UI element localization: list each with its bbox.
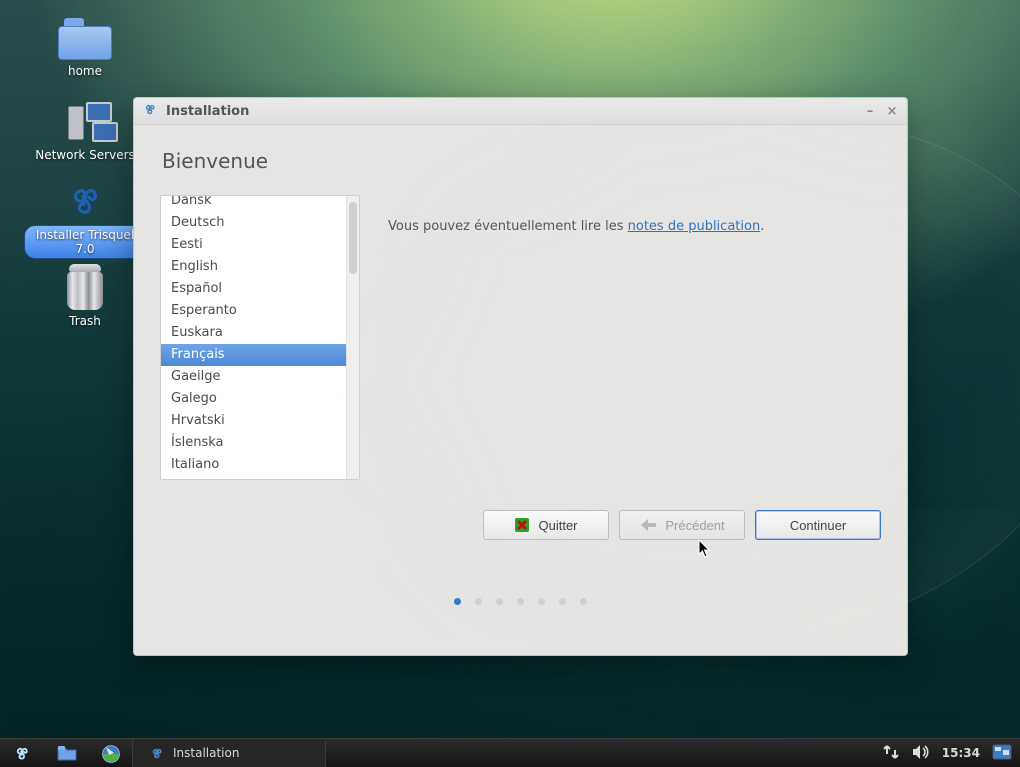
info-prefix: Vous pouvez éventuellement lire les xyxy=(388,219,628,234)
language-option[interactable]: Français xyxy=(161,344,347,366)
language-option[interactable]: Hrvatski xyxy=(161,410,347,432)
language-option[interactable]: Kurdî xyxy=(161,476,347,479)
file-manager-launcher[interactable] xyxy=(44,739,88,767)
continue-button[interactable]: Continuer xyxy=(755,510,881,540)
info-text: Vous pouvez éventuellement lire les note… xyxy=(388,195,881,234)
folder-icon xyxy=(57,744,75,762)
trisquel-logo-icon xyxy=(63,178,107,222)
release-notes-link[interactable]: notes de publication xyxy=(628,219,761,234)
folder-icon xyxy=(58,18,112,60)
back-button: Précédent xyxy=(619,510,745,540)
web-browser-launcher[interactable] xyxy=(88,739,132,767)
start-menu-button[interactable] xyxy=(0,739,44,767)
progress-dot xyxy=(496,598,503,605)
desktop-icon-label: Network Servers xyxy=(25,148,145,162)
show-desktop-button[interactable] xyxy=(992,744,1012,763)
desktop-icon-trash[interactable]: Trash xyxy=(25,264,145,328)
continue-label: Continuer xyxy=(790,518,846,533)
titlebar[interactable]: Installation – × xyxy=(134,98,907,125)
language-option[interactable]: Íslenska xyxy=(161,432,347,454)
desktop-icon-label: home xyxy=(25,64,145,78)
scrollbar[interactable] xyxy=(346,196,359,479)
trisquel-logo-icon xyxy=(149,745,165,761)
installer-window: Installation – × Bienvenue DanskDeutschE… xyxy=(133,97,908,656)
trisquel-logo-icon xyxy=(142,101,158,121)
quit-icon xyxy=(514,517,530,533)
info-suffix: . xyxy=(760,219,764,234)
globe-icon xyxy=(101,744,119,762)
volume-tray-icon[interactable] xyxy=(912,744,930,763)
taskbar-task-installation[interactable]: Installation xyxy=(132,739,326,767)
language-option[interactable]: Dansk xyxy=(161,196,347,212)
quit-button[interactable]: Quitter xyxy=(483,510,609,540)
language-option[interactable]: Italiano xyxy=(161,454,347,476)
progress-dot xyxy=(559,598,566,605)
progress-dot xyxy=(517,598,524,605)
taskbar: Installation 15:34 xyxy=(0,738,1020,767)
minimize-button[interactable]: – xyxy=(863,104,877,118)
language-option[interactable]: Eesti xyxy=(161,234,347,256)
progress-dot xyxy=(454,598,461,605)
desktop-icon-installer[interactable]: Installer Trisquel 7.0 xyxy=(25,178,145,258)
progress-dot xyxy=(580,598,587,605)
window-content: Bienvenue DanskDeutschEestiEnglishEspaño… xyxy=(134,125,907,655)
language-option[interactable]: Español xyxy=(161,278,347,300)
progress-dot xyxy=(538,598,545,605)
desktop: home Network Servers Installer Trisquel … xyxy=(0,0,1020,739)
system-tray: 15:34 xyxy=(874,744,1020,763)
language-option[interactable]: Esperanto xyxy=(161,300,347,322)
clock[interactable]: 15:34 xyxy=(942,746,980,760)
back-label: Précédent xyxy=(665,518,724,533)
quit-label: Quitter xyxy=(538,518,577,533)
desktop-icon-network-servers[interactable]: Network Servers xyxy=(25,100,145,162)
scrollbar-thumb[interactable] xyxy=(349,202,357,274)
window-title: Installation xyxy=(166,104,249,119)
trash-icon xyxy=(65,264,105,310)
network-tray-icon[interactable] xyxy=(882,744,900,763)
arrow-left-icon xyxy=(639,518,657,532)
language-option[interactable]: Galego xyxy=(161,388,347,410)
button-row: Quitter Précédent Continuer xyxy=(160,510,881,540)
language-option[interactable]: Deutsch xyxy=(161,212,347,234)
language-option[interactable]: English xyxy=(161,256,347,278)
desktop-icon-label: Installer Trisquel 7.0 xyxy=(25,226,145,258)
page-heading: Bienvenue xyxy=(162,149,881,173)
language-option[interactable]: Gaeilge xyxy=(161,366,347,388)
progress-dots xyxy=(160,598,881,605)
progress-dot xyxy=(475,598,482,605)
desktop-icon-label: Trash xyxy=(25,314,145,328)
language-option[interactable]: Euskara xyxy=(161,322,347,344)
close-button[interactable]: × xyxy=(885,104,899,118)
language-list[interactable]: DanskDeutschEestiEnglishEspañolEsperanto… xyxy=(160,195,360,480)
taskbar-task-label: Installation xyxy=(173,746,239,760)
desktop-icon-home[interactable]: home xyxy=(25,18,145,78)
network-servers-icon xyxy=(56,100,114,144)
